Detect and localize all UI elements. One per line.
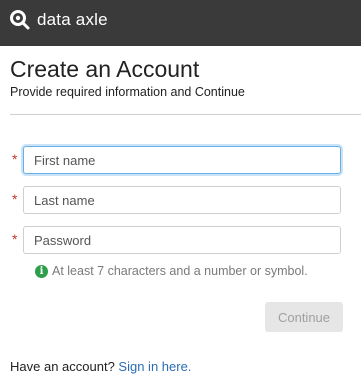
last-name-input[interactable] bbox=[23, 186, 341, 214]
required-marker: * bbox=[12, 231, 18, 247]
password-hint: i At least 7 characters and a number or … bbox=[35, 264, 308, 278]
required-marker: * bbox=[12, 191, 18, 207]
password-hint-text: At least 7 characters and a number or sy… bbox=[52, 264, 308, 278]
sign-in-prompt: Have an account? Sign in here. bbox=[10, 359, 191, 374]
page-title: Create an Account bbox=[10, 56, 200, 82]
brand-logo[interactable]: data axle bbox=[9, 9, 108, 31]
data-axle-logo-icon bbox=[10, 10, 30, 30]
divider bbox=[10, 114, 361, 115]
required-marker: * bbox=[12, 151, 18, 167]
page-subtitle: Provide required information and Continu… bbox=[10, 85, 245, 99]
first-name-input[interactable] bbox=[23, 146, 341, 174]
sign-in-prompt-text: Have an account? bbox=[10, 359, 115, 374]
password-input[interactable] bbox=[23, 226, 341, 254]
top-bar: data axle bbox=[0, 0, 361, 46]
sign-in-link[interactable]: Sign in here. bbox=[118, 359, 191, 374]
info-icon: i bbox=[35, 264, 48, 278]
brand-name: data axle bbox=[37, 10, 108, 29]
continue-button[interactable]: Continue bbox=[265, 302, 343, 332]
